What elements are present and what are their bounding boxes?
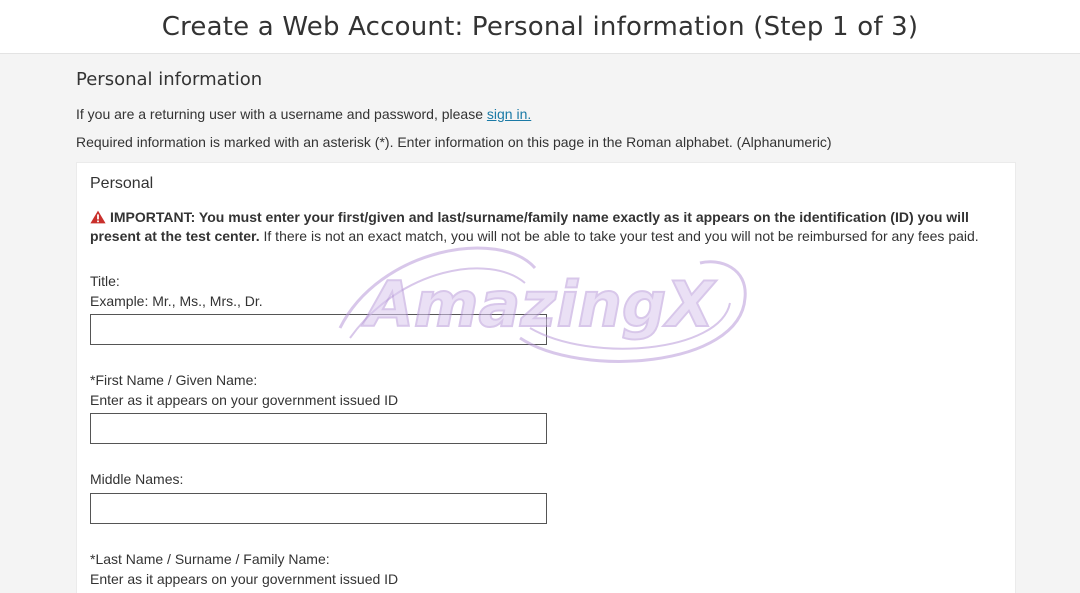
returning-user-label: If you are a returning user with a usern…	[76, 106, 484, 122]
last-name-label: *Last Name / Surname / Family Name:	[90, 551, 330, 567]
title-label: Title:	[90, 273, 120, 289]
first-name-label: *First Name / Given Name:	[90, 372, 258, 388]
first-name-hint: Enter as it appears on your government i…	[90, 392, 399, 408]
important-notice: IMPORTANT: You must enter your first/giv…	[90, 208, 1005, 246]
title-hint: Example: Mr., Ms., Mrs., Dr.	[90, 293, 263, 309]
card-title: Personal	[90, 175, 154, 192]
section-title: Personal information	[76, 69, 263, 90]
page-header: Create a Web Account: Personal informati…	[0, 0, 1080, 54]
middle-names-input[interactable]	[90, 493, 547, 524]
middle-names-label: Middle Names:	[90, 471, 184, 487]
required-info-text: Required information is marked with an a…	[76, 134, 832, 150]
page-title: Create a Web Account: Personal informati…	[161, 12, 919, 42]
warning-triangle-icon	[90, 210, 106, 224]
important-rest-text: If there is not an exact match, you will…	[259, 228, 979, 244]
returning-user-text: If you are a returning user with a usern…	[76, 106, 531, 122]
title-input[interactable]	[90, 314, 547, 345]
sign-in-link[interactable]: sign in.	[487, 106, 531, 122]
personal-card: Personal IMPORTANT: You must enter your …	[76, 162, 1016, 593]
last-name-hint: Enter as it appears on your government i…	[90, 571, 399, 587]
first-name-input[interactable]	[90, 413, 547, 444]
